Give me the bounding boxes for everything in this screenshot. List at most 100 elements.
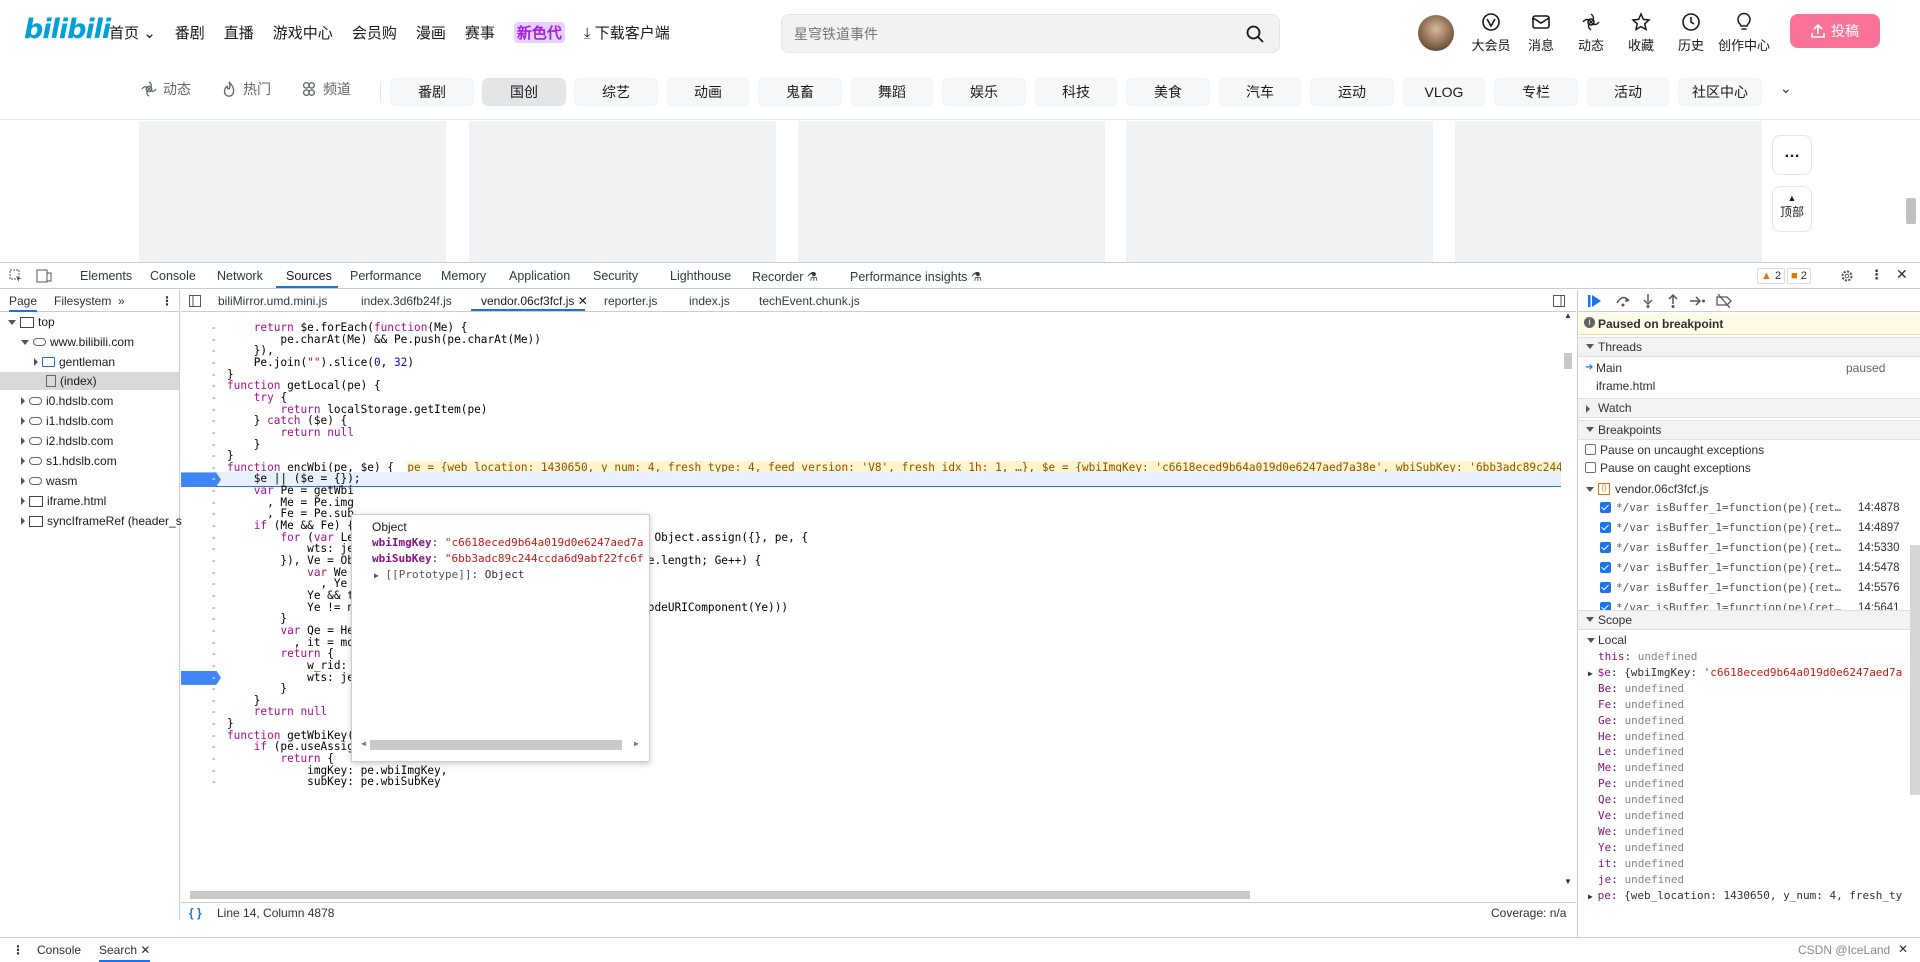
channel-hot[interactable]: 热门 [220,79,271,99]
line-gutter[interactable]: - [181,775,221,789]
pill-community[interactable]: 社区中心 [1678,78,1762,106]
pause-caught-toggle[interactable]: Pause on caught exceptions [1578,459,1920,477]
scroll-right-icon[interactable]: ▶ [634,739,639,748]
pretty-print-icon[interactable]: { } [189,906,202,920]
nav-mall[interactable]: 会员购 [352,22,397,43]
file-tab-active[interactable]: vendor.06cf3fcf.js ✕ [481,294,588,308]
pill-tech[interactable]: 科技 [1034,78,1118,106]
thread-row[interactable]: iframe.html [1578,377,1920,395]
checkbox[interactable] [1600,542,1611,553]
checkbox[interactable] [1600,582,1611,593]
drawer-tab-console[interactable]: Console [37,943,81,957]
close-tab-icon[interactable]: ✕ [578,294,588,308]
scope-variable[interactable]: Me: undefined [1578,760,1920,776]
scope-variable[interactable]: it: undefined [1578,856,1920,872]
pill-entertainment[interactable]: 娱乐 [942,78,1026,106]
dynamic-button[interactable]: 动态 [1566,12,1616,54]
pill-bangumi[interactable]: 番剧 [390,78,474,106]
nav-manga[interactable]: 漫画 [416,22,446,43]
tab-page[interactable]: Page [9,294,38,312]
tab-console[interactable]: Console [150,269,196,283]
close-icon[interactable]: ✕ [1898,942,1908,956]
tab-performance-insights[interactable]: Performance insights ⚗ [850,269,982,284]
tree-s1[interactable]: s1.hdslb.com [21,452,117,470]
history-button[interactable]: 历史 [1666,12,1716,54]
back-to-top-button[interactable]: ▲ 顶部 [1772,186,1812,232]
tab-network[interactable]: Network [217,269,263,283]
checkbox[interactable] [1585,444,1596,455]
file-tab[interactable]: index.3d6fb24f.js [361,294,452,308]
scope-variable[interactable]: Qe: undefined [1578,792,1920,808]
tree-www-bilibili[interactable]: www.bilibili.com [21,333,134,351]
more-tabs-icon[interactable]: » [118,294,125,308]
nav-promo-logo[interactable]: 新色代 [513,22,565,43]
thread-row[interactable]: ➔ Main paused [1578,359,1920,377]
favorites-button[interactable]: 收藏 [1616,12,1666,54]
tab-filesystem[interactable]: Filesystem [54,294,111,308]
tree-i0[interactable]: i0.hdslb.com [21,392,113,410]
tab-application[interactable]: Application [509,269,570,283]
breakpoint-item[interactable]: */var isBuffer_1=function(pe){ret… 14:557… [1578,579,1920,597]
scope-variable[interactable]: ▶ pe: {web_location: 1430650, y_num: 4, … [1578,888,1920,904]
deactivate-breakpoints-icon[interactable] [1716,294,1732,308]
tab-security[interactable]: Security [593,269,638,283]
scope-variable[interactable]: Ge: undefined [1578,713,1920,729]
file-tab[interactable]: index.js [689,294,730,308]
tree-wasm[interactable]: wasm [21,472,77,490]
inspect-icon[interactable] [9,269,23,283]
checkbox[interactable] [1585,462,1596,473]
channel-channels[interactable]: 频道 [300,79,351,99]
tree-synciframe[interactable]: syncIframeRef (header_s [21,512,182,530]
nav-esports[interactable]: 赛事 [465,22,495,43]
pill-anime[interactable]: 动画 [666,78,750,106]
search-input[interactable] [794,23,1234,45]
tree-gentleman[interactable]: gentleman [34,353,115,371]
tab-elements[interactable]: Elements [80,269,132,283]
pill-dance[interactable]: 舞蹈 [850,78,934,106]
resume-icon[interactable] [1588,295,1602,307]
breakpoint-item[interactable]: */var isBuffer_1=function(pe){ret… 14:487… [1578,499,1920,517]
message-button[interactable]: 消息 [1516,12,1566,54]
tab-lighthouse[interactable]: Lighthouse [670,269,731,283]
tab-memory[interactable]: Memory [441,269,486,283]
channel-dynamic[interactable]: 动态 [140,79,191,99]
close-icon[interactable]: ✕ [1896,266,1908,283]
chevron-down-icon[interactable]: ⌄ [1780,80,1792,97]
expand-icon[interactable]: ▶ [1588,669,1598,678]
pill-activity[interactable]: 活动 [1586,78,1670,106]
video-card[interactable] [139,121,446,262]
scope-variable[interactable]: Pe: undefined [1578,776,1920,792]
vip-button[interactable]: 大会员 [1466,12,1516,54]
pill-food[interactable]: 美食 [1126,78,1210,106]
kebab-menu-icon[interactable]: ⋮ [12,943,24,957]
breakpoint-item[interactable]: */var isBuffer_1=function(pe){ret… 14:489… [1578,519,1920,537]
scope-variable[interactable]: je: undefined [1578,872,1920,888]
breakpoint-file-group[interactable]: {} vendor.06cf3fcf.js [1578,480,1920,498]
gear-icon[interactable] [1840,269,1854,283]
editor-vertical-scrollbar[interactable]: ▲ ▼ [1563,311,1574,888]
toggle-navigator-icon[interactable] [189,295,201,307]
upload-button[interactable]: 投稿 [1790,14,1880,48]
scroll-left-icon[interactable]: ◀ [361,739,366,748]
scope-section-header[interactable]: Scope [1578,610,1920,630]
scope-variable[interactable]: Be: undefined [1578,681,1920,697]
tree-index[interactable]: (index) [0,372,179,390]
issues-badge[interactable]: ■ 2 [1787,268,1811,284]
pill-guochuang[interactable]: 国创 [482,78,566,106]
toggle-debugger-icon[interactable] [1553,295,1565,307]
video-card[interactable] [1126,121,1433,262]
code-line[interactable]: - subKey: pe.wbiSubKey [181,775,1561,789]
checkbox[interactable] [1600,562,1611,573]
warnings-badge[interactable]: ▲ 2 [1757,268,1786,284]
scope-variable[interactable]: ▶ $e: {wbiImgKey: 'c6618eced9b64a019d0e6… [1578,665,1920,681]
tab-performance[interactable]: Performance [350,269,422,283]
search-icon[interactable] [1245,24,1265,44]
pill-variety[interactable]: 综艺 [574,78,658,106]
video-card[interactable] [1455,121,1762,262]
tree-i2[interactable]: i2.hdslb.com [21,432,113,450]
watch-section-header[interactable]: Watch [1578,398,1920,418]
scope-variable[interactable]: He: undefined [1578,729,1920,745]
breakpoints-section-header[interactable]: Breakpoints [1578,420,1920,440]
nav-home[interactable]: 首页 ⌄ [109,22,156,43]
video-card[interactable] [798,121,1105,262]
